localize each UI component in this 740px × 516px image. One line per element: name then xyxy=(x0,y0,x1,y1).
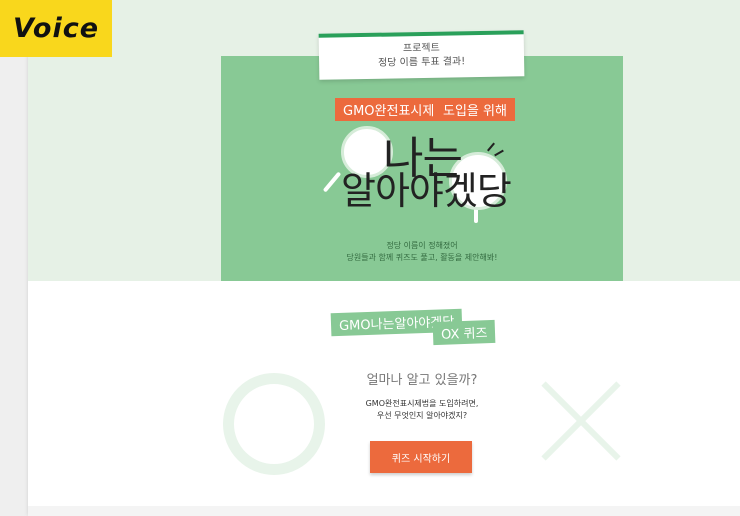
poster-desc-line1: 정당 이름이 정해졌어 xyxy=(386,241,458,250)
quiz-subtext: GMO완전표시제법을 도입하려면, 우선 무엇인지 알아야겠지? xyxy=(221,398,623,422)
quiz-question: 얼마나 알고 있을까? xyxy=(366,373,478,388)
quiz-subtext-line1: GMO완전표시제법을 도입하려면, xyxy=(365,399,479,408)
title-line-2: 알아야겠당 xyxy=(341,169,512,213)
o-symbol-icon xyxy=(223,373,325,475)
project-tab-line2: 정당 이름 투표 결과! xyxy=(377,56,466,69)
project-tab: 프로젝트 정당 이름 투표 결과! xyxy=(318,30,525,80)
voice-badge-label: Voice xyxy=(12,13,100,44)
quiz-subtitle-label: OX 퀴즈 xyxy=(432,319,496,346)
voice-badge: Voice xyxy=(0,0,112,57)
start-quiz-button[interactable]: 퀴즈 시작하기 xyxy=(370,441,472,473)
page-frame: 프로젝트 정당 이름 투표 결과! GMO완전표시제법 도입을 위해 나는 알아… xyxy=(28,0,740,516)
bottom-strip xyxy=(28,506,740,516)
campaign-label-2: 도입을 위해 xyxy=(435,98,515,121)
quiz-subtext-line2: 우선 무엇인지 알아야겠지? xyxy=(376,411,468,420)
poster-desc-line2: 당원들과 함께 퀴즈도 풀고, 활동을 제안해봐! xyxy=(346,253,498,262)
